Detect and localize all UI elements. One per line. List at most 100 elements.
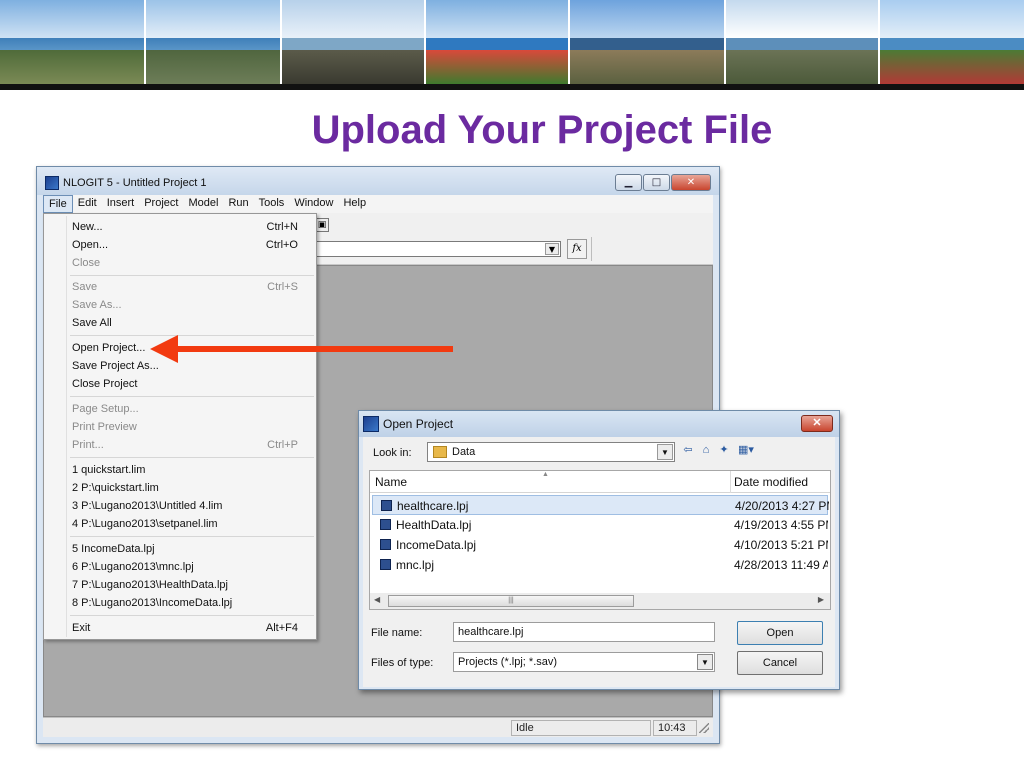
file-menu: New... Ctrl+N Open... Ctrl+O Close Save Ctr… [43,213,317,640]
new-folder-icon[interactable]: ✦ [717,443,731,457]
menu-item-page-setup[interactable]: Page Setup... [72,400,312,418]
menu-separator [70,335,314,336]
menu-item-recent-file[interactable]: 1 quickstart.lim [72,461,312,479]
minimize-button[interactable]: ▁ [615,174,642,191]
app-icon [363,416,379,432]
folder-icon [433,446,447,458]
file-name: HealthData.lpj [396,518,472,532]
banner-photo [282,0,424,84]
menu-item-recent-project[interactable]: 6 P:\Lugano2013\mnc.lpj [72,558,312,576]
menu-item-recent-project[interactable]: 7 P:\Lugano2013\HealthData.lpj [72,576,312,594]
menu-item-shortcut: Ctrl+O [265,239,298,251]
menu-item-recent-file[interactable]: 2 P:\quickstart.lim [72,479,312,497]
chevron-down-icon[interactable]: ▼ [545,243,559,255]
menu-item-exit[interactable]: Exit Alt+F4 [72,619,312,637]
menu-file[interactable]: File [43,195,73,213]
menu-item-recent-file[interactable]: 3 P:\Lugano2013\Untitled 4.lim [72,497,312,515]
banner-photo [570,0,724,84]
banner-photo [0,0,144,84]
file-type-select[interactable]: Projects (*.lpj; *.sav) ▼ [453,652,715,672]
menu-item-recent-project[interactable]: 5 IncomeData.lpj [72,540,312,558]
dialog-close-button[interactable]: ✕ [801,415,833,432]
file-date: 4/19/2013 4:55 PM [734,518,828,532]
resize-grip-icon[interactable] [699,723,709,733]
menu-item-print[interactable]: Print... Ctrl+P [72,436,312,454]
menu-item-save-project-as[interactable]: Save Project As... [72,357,312,375]
menu-item-label: Print Preview [72,421,137,433]
file-list: Name ▲ Date modified healthcare.lpj 4/20… [369,470,831,610]
view-menu-icon[interactable]: ▦▾ [735,443,757,457]
menu-item-close[interactable]: Close [72,254,312,272]
menu-tools[interactable]: Tools [254,195,290,213]
menu-item-print-preview[interactable]: Print Preview [72,418,312,436]
horizontal-scrollbar[interactable]: ◀ ||| ▶ [370,593,830,609]
file-name: IncomeData.lpj [396,538,477,552]
scroll-left-icon[interactable]: ◀ [374,595,380,604]
menu-item-label: 5 IncomeData.lpj [72,543,155,555]
project-file-icon [380,539,391,550]
menu-item-shortcut: Ctrl+P [267,439,298,451]
close-button[interactable]: ✕ [671,174,711,191]
menu-item-shortcut: Alt+F4 [265,622,298,634]
window-titlebar[interactable]: NLOGIT 5 - Untitled Project 1 ▁ □ ✕ [37,167,719,195]
menu-item-label: 4 P:\Lugano2013\setpanel.lim [72,518,218,530]
menu-item-label: Open Project... [72,342,146,354]
chevron-down-icon[interactable]: ▼ [697,654,713,670]
dialog-titlebar[interactable]: Open Project ✕ [359,411,839,437]
menu-item-save-all[interactable]: Save All [72,314,312,332]
file-row[interactable]: healthcare.lpj 4/20/2013 4:27 PM [372,495,829,515]
menu-model[interactable]: Model [183,195,223,213]
command-combobox[interactable]: ▼ [315,241,561,257]
menu-item-close-project[interactable]: Close Project [72,375,312,393]
menu-item-shortcut: Ctrl+N [266,221,298,233]
maximize-button[interactable]: □ [643,174,670,191]
menu-item-label: Save Project As... [72,360,159,372]
file-date: 4/10/2013 5:21 PM [734,538,828,552]
status-state: Idle [511,720,651,736]
menu-item-recent-project[interactable]: 8 P:\Lugano2013\IncomeData.lpj [72,594,312,612]
cancel-button[interactable]: Cancel [737,651,823,675]
column-divider[interactable] [730,471,731,493]
file-row[interactable]: HealthData.lpj 4/19/2013 4:55 PM [372,515,828,535]
menu-item-label: Print... [72,439,104,451]
column-header-name[interactable]: Name [375,475,407,489]
menu-item-save-as[interactable]: Save As... [72,296,312,314]
file-type-value: Projects (*.lpj; *.sav) [458,656,558,668]
menu-separator [70,615,314,616]
open-button[interactable]: Open [737,621,823,645]
menu-project[interactable]: Project [139,195,183,213]
file-list-header: Name ▲ Date modified [370,471,830,493]
function-button[interactable]: fx [567,239,587,259]
sort-caret-icon: ▲ [542,471,549,478]
look-in-label: Look in: [373,447,412,459]
back-arrow-icon[interactable]: ⇦ [681,443,695,457]
menu-run[interactable]: Run [223,195,253,213]
menu-item-label: Save [72,281,98,293]
file-row[interactable]: mnc.lpj 4/28/2013 11:49 AM [372,555,828,575]
open-project-dialog: Open Project ✕ Look in: Data ▼ ⇦ ⌂ ✦ ▦▾ … [358,410,840,690]
menu-item-recent-file[interactable]: 4 P:\Lugano2013\setpanel.lim [72,515,312,533]
file-type-label: Files of type: [371,657,434,669]
chevron-down-icon[interactable]: ▼ [657,444,673,460]
scrollbar-thumb[interactable]: ||| [388,595,634,607]
look-in-select[interactable]: Data ▼ [427,442,675,462]
column-header-date[interactable]: Date modified [734,475,808,489]
menu-help[interactable]: Help [338,195,371,213]
toolbar-button[interactable]: ▣ [315,218,329,232]
menu-window[interactable]: Window [289,195,338,213]
menu-edit[interactable]: Edit [73,195,102,213]
file-name-input[interactable]: healthcare.lpj [453,622,715,642]
file-row[interactable]: IncomeData.lpj 4/10/2013 5:21 PM [372,535,828,555]
menu-item-open[interactable]: Open... Ctrl+O [72,236,312,254]
menu-separator [70,536,314,537]
menu-insert[interactable]: Insert [102,195,140,213]
menu-item-new[interactable]: New... Ctrl+N [72,218,312,236]
toolbar-divider [591,237,592,261]
up-folder-icon[interactable]: ⌂ [699,443,713,457]
banner-divider [0,84,1024,90]
banner-photo [880,0,1024,84]
menu-item-save[interactable]: Save Ctrl+S [72,278,312,296]
menu-item-label: Close [72,257,101,269]
scroll-right-icon[interactable]: ▶ [818,595,824,604]
file-name-label: File name: [371,627,423,639]
